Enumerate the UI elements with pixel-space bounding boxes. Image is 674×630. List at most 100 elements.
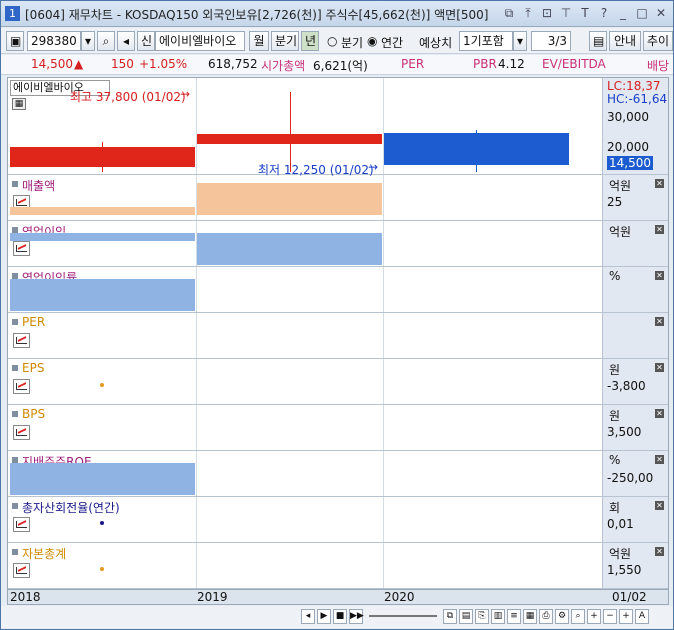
year-button[interactable]: 년 [301, 31, 319, 51]
close-panel-icon[interactable]: ✕ [655, 363, 664, 372]
guide-button[interactable]: 안내 [609, 31, 641, 51]
close-panel-icon[interactable]: ✕ [655, 547, 664, 556]
link-icon[interactable]: ⊡ [539, 5, 555, 21]
close-panel-icon[interactable]: ✕ [655, 179, 664, 188]
panel-chart-icon[interactable] [13, 333, 30, 348]
page-indicator: 3/3 [531, 31, 571, 51]
title-bar: 1 [0604] 재무차트 - KOSDAQ150 외국인보유[2,726(천)… [1, 1, 673, 27]
new-badge[interactable]: 신 [137, 31, 155, 51]
indicator-panel[interactable]: 자본총계 억원 1,550 ✕ [8, 543, 668, 589]
toolbar-icon[interactable]: ⊤ [558, 5, 574, 21]
chart-area[interactable]: 에이비엘바이오 ▦ 최고 37,800 (01/02) → 최저 12,250 … [7, 77, 669, 589]
close-panel-icon[interactable]: ✕ [655, 317, 664, 326]
sound-icon[interactable]: ◂ [117, 31, 135, 51]
window-title: [0604] 재무차트 - KOSDAQ150 외국인보유[2,726(천)] … [25, 8, 489, 22]
panel-marker-icon [12, 549, 18, 555]
bottom-bar: ◂ ▶ ■ ▶▶ ⧉ ▤ ⎘ ▥ ≡ ▦ ⎙ ⚙ ⌕ + − + A [1, 606, 673, 628]
panel-chart-icon[interactable] [13, 425, 30, 440]
radio-quarter-label: 분기 [341, 36, 364, 50]
radio-annual-icon[interactable]: ◉ [367, 34, 377, 48]
copy-icon[interactable]: ⎘ [475, 609, 489, 624]
panel-axis: 회 0,01 ✕ [602, 497, 668, 542]
indicator-panel[interactable]: 영업이익 억원 ✕ [8, 221, 668, 267]
text-icon[interactable]: T [577, 5, 593, 21]
stock-code-input[interactable]: 298380 [27, 31, 81, 51]
guide-icon[interactable]: ▤ [589, 31, 607, 51]
close-icon[interactable]: ✕ [653, 5, 669, 21]
indicator-panel[interactable]: 영업이익률% ✕ [8, 267, 668, 313]
panel-unit: 억원 [609, 179, 632, 193]
toggle-icon[interactable]: ▣ [6, 31, 24, 51]
mcap-label: 시가총액 [261, 59, 306, 73]
first-icon[interactable]: ◂ [301, 609, 315, 624]
axis-30000: 30,000 [607, 110, 649, 124]
up-arrow-icon: ▲ [74, 57, 84, 71]
search-zoom-icon[interactable]: ⌕ [571, 609, 585, 624]
zoom-in-icon[interactable]: + [587, 609, 601, 624]
panel-chart-icon[interactable] [13, 241, 30, 256]
panel-chart-icon[interactable] [13, 563, 30, 578]
indicator-panel[interactable]: EPS 원 -3,800 ✕ [8, 359, 668, 405]
layout-icon[interactable]: ▤ [459, 609, 473, 624]
sales-bar-2019 [197, 183, 382, 215]
panel-title: 매출액 [22, 179, 56, 193]
chart-icon[interactable]: ▥ [491, 609, 505, 624]
indicator-panel[interactable]: 지배주주ROE% -250,00 ✕ [8, 451, 668, 497]
minimize-icon[interactable]: _ [615, 5, 631, 21]
stock-name-field[interactable]: 에이비엘바이오 [155, 31, 245, 51]
list-icon[interactable]: ≡ [507, 609, 521, 624]
font-icon[interactable]: A [635, 609, 649, 624]
code-dropdown-icon[interactable]: ▾ [81, 31, 95, 51]
window-icon[interactable]: ⧉ [501, 5, 517, 21]
grid-icon[interactable]: ▦ [523, 609, 537, 624]
play-icon[interactable]: ▶ [317, 609, 331, 624]
print-icon[interactable]: ⎙ [539, 609, 553, 624]
settings-icon[interactable]: ⚙ [555, 609, 569, 624]
table-icon[interactable]: ▦ [12, 98, 26, 110]
price-panel[interactable]: 에이비엘바이오 ▦ 최고 37,800 (01/02) → 최저 12,250 … [8, 78, 668, 177]
price-change-pct: +1.05% [139, 57, 188, 71]
trend-button[interactable]: 추이 [643, 31, 673, 51]
pin-icon[interactable]: ⤒ [520, 5, 536, 21]
window-number: 1 [5, 6, 20, 21]
panel-axis: 억원 1,550 ✕ [602, 543, 668, 588]
forward-icon[interactable]: ▶▶ [349, 609, 364, 624]
pbr-value: 4.12 [498, 57, 525, 71]
panel-axis: % ✕ [602, 267, 668, 312]
panel-chart-icon[interactable] [13, 379, 30, 394]
month-button[interactable]: 월 [249, 31, 269, 51]
help-icon[interactable]: ? [596, 5, 612, 21]
x-label-2019: 2019 [197, 590, 228, 604]
search-icon[interactable]: ⌕ [97, 31, 115, 51]
estimate-dropdown-icon[interactable]: ▾ [513, 31, 527, 51]
indicator-panel[interactable]: PER ✕ [8, 313, 668, 359]
panel-marker-icon [12, 503, 18, 509]
indicator-panel[interactable]: 총자산회전율(연간) 회 0,01 ✕ [8, 497, 668, 543]
x-label-date: 01/02 [612, 590, 647, 604]
stop-icon[interactable]: ■ [333, 609, 347, 624]
estimate-select[interactable]: 1기포함 [459, 31, 513, 51]
close-panel-icon[interactable]: ✕ [655, 501, 664, 510]
radio-quarter-icon[interactable]: ○ [327, 34, 337, 48]
high-arrow-icon: → [180, 87, 191, 101]
panel-title: 총자산회전율(연간) [22, 501, 120, 515]
close-panel-icon[interactable]: ✕ [655, 409, 664, 418]
maximize-icon[interactable]: □ [634, 5, 650, 21]
zoom-window-icon[interactable]: ⧉ [443, 609, 457, 624]
plus-icon[interactable]: + [619, 609, 633, 624]
zoom-out-icon[interactable]: − [603, 609, 617, 624]
quarter-button[interactable]: 분기 [271, 31, 299, 51]
indicator-panel[interactable]: 매출액 억원 25 ✕ [8, 175, 668, 221]
panel-unit: 원 [609, 363, 621, 377]
hc-label: HC:-61,64 [607, 92, 668, 106]
scroll-slider[interactable] [369, 615, 437, 617]
close-panel-icon[interactable]: ✕ [655, 271, 664, 280]
x-label-2018: 2018 [10, 590, 41, 604]
panel-chart-icon[interactable] [13, 517, 30, 532]
close-panel-icon[interactable]: ✕ [655, 455, 664, 464]
panel-axis-value: -250,00 [607, 471, 654, 485]
volume: 618,752 [208, 57, 258, 71]
lc-label: LC:18,37 [607, 79, 661, 93]
indicator-panel[interactable]: BPS 원 3,500 ✕ [8, 405, 668, 451]
close-panel-icon[interactable]: ✕ [655, 225, 664, 234]
